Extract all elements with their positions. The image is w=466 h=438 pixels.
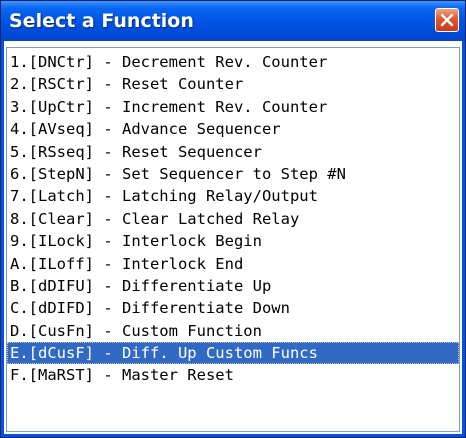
function-item-f[interactable]: F.[MaRST] - Master Reset (7, 364, 459, 386)
title-bar[interactable]: Select a Function (1, 1, 465, 41)
function-item-1[interactable]: 1.[DNCtr] - Decrement Rev. Counter (7, 51, 459, 73)
close-button[interactable] (435, 8, 459, 32)
function-item-a[interactable]: A.[ILoff] - Interlock End (7, 253, 459, 275)
dialog-body: 1.[DNCtr] - Decrement Rev. Counter 2.[RS… (4, 41, 462, 434)
function-item-9[interactable]: 9.[ILock] - Interlock Begin (7, 230, 459, 252)
function-item-7[interactable]: 7.[Latch] - Latching Relay/Output (7, 185, 459, 207)
function-item-e[interactable]: E.[dCusF] - Diff. Up Custom Funcs (7, 342, 459, 365)
function-item-5[interactable]: 5.[RSseq] - Reset Sequencer (7, 141, 459, 163)
function-list[interactable]: 1.[DNCtr] - Decrement Rev. Counter 2.[RS… (6, 47, 460, 432)
function-item-4[interactable]: 4.[AVseq] - Advance Sequencer (7, 118, 459, 140)
window-title: Select a Function (9, 10, 194, 32)
function-item-2[interactable]: 2.[RSCtr] - Reset Counter (7, 73, 459, 95)
function-select-dialog: Select a Function 1.[DNCtr] - Decrement … (0, 0, 466, 438)
close-x-icon (440, 13, 454, 27)
function-item-8[interactable]: 8.[Clear] - Clear Latched Relay (7, 208, 459, 230)
function-item-3[interactable]: 3.[UpCtr] - Increment Rev. Counter (7, 96, 459, 118)
function-item-c[interactable]: C.[dDIFD] - Differentiate Down (7, 297, 459, 319)
function-item-6[interactable]: 6.[StepN] - Set Sequencer to Step #N (7, 163, 459, 185)
function-item-d[interactable]: D.[CusFn] - Custom Function (7, 320, 459, 342)
function-item-b[interactable]: B.[dDIFU] - Differentiate Up (7, 275, 459, 297)
